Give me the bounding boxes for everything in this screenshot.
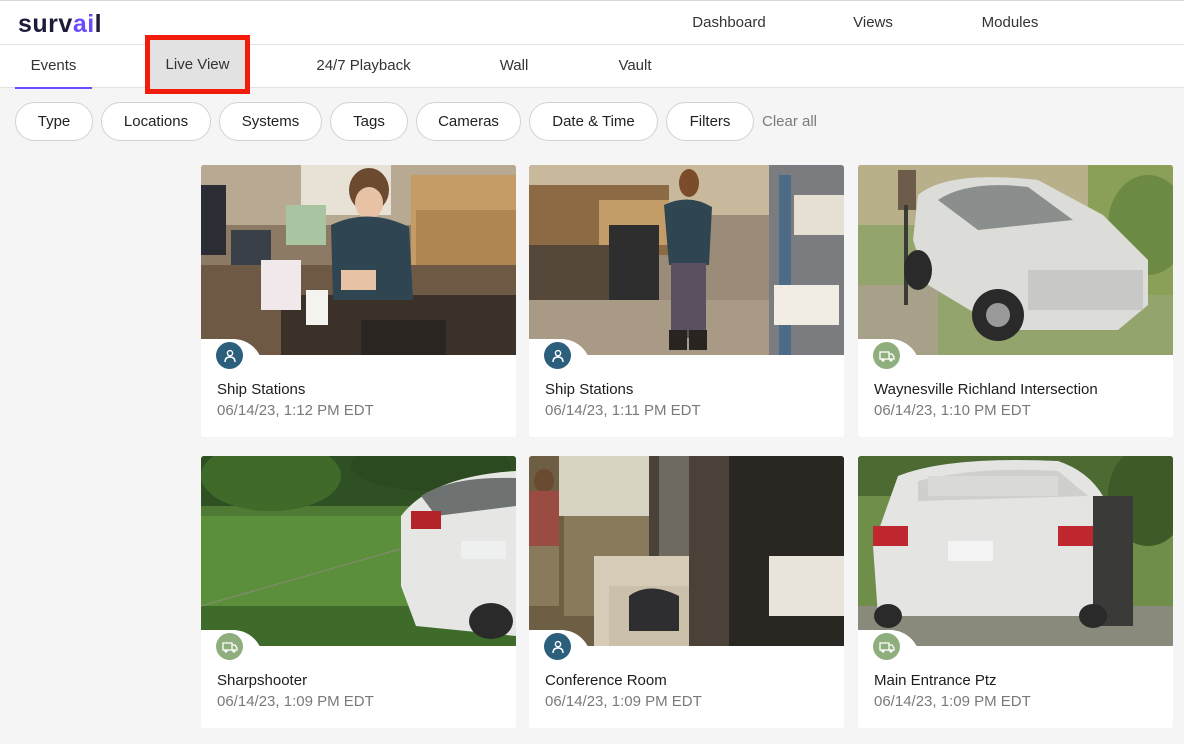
event-card[interactable]: Ship Stations 06/14/23, 1:11 PM EDT	[529, 165, 844, 437]
vehicle-icon	[873, 633, 900, 660]
event-timestamp: 06/14/23, 1:09 PM EDT	[545, 693, 702, 710]
event-camera-name: Sharpshooter	[217, 672, 308, 689]
event-camera-name: Ship Stations	[545, 381, 634, 398]
event-card[interactable]: Main Entrance Ptz 06/14/23, 1:09 PM EDT	[858, 456, 1173, 728]
filter-type-button[interactable]: Type	[15, 102, 93, 141]
filter-locations-button[interactable]: Locations	[101, 102, 211, 141]
event-timestamp: 06/14/23, 1:09 PM EDT	[217, 693, 374, 710]
logo-suffix-text: l	[94, 10, 103, 38]
event-timestamp: 06/14/23, 1:12 PM EDT	[217, 402, 374, 419]
event-thumbnail[interactable]	[201, 456, 516, 646]
event-card[interactable]: Conference Room 06/14/23, 1:09 PM EDT	[529, 456, 844, 728]
filter-tags-button[interactable]: Tags	[330, 102, 408, 141]
survail-logo[interactable]: survail	[18, 9, 102, 39]
tab-events[interactable]: Events	[15, 45, 92, 89]
event-thumbnail[interactable]	[858, 165, 1173, 355]
filter-date-time-button[interactable]: Date & Time	[529, 102, 658, 141]
person-icon	[544, 342, 571, 369]
event-timestamp: 06/14/23, 1:09 PM EDT	[874, 693, 1031, 710]
nav-dashboard[interactable]: Dashboard	[680, 1, 778, 46]
event-timestamp: 06/14/23, 1:10 PM EDT	[874, 402, 1031, 419]
event-timestamp: 06/14/23, 1:11 PM EDT	[545, 402, 701, 419]
logo-text: surv	[18, 10, 73, 38]
person-icon	[544, 633, 571, 660]
clear-all-link[interactable]: Clear all	[762, 102, 817, 141]
nav-modules[interactable]: Modules	[965, 1, 1055, 46]
event-thumbnail[interactable]	[529, 456, 844, 646]
vehicle-icon	[873, 342, 900, 369]
filter-cameras-button[interactable]: Cameras	[416, 102, 521, 141]
event-camera-name: Ship Stations	[217, 381, 306, 398]
event-camera-name: Main Entrance Ptz	[874, 672, 997, 689]
tab-vault[interactable]: Vault	[600, 45, 670, 88]
event-card[interactable]: Waynesville Richland Intersection 06/14/…	[858, 165, 1173, 437]
tab-wall[interactable]: Wall	[480, 45, 548, 88]
logo-accent-text: ai	[72, 10, 95, 38]
event-thumbnail[interactable]	[529, 165, 844, 355]
person-icon	[216, 342, 243, 369]
event-thumbnail[interactable]	[858, 456, 1173, 646]
tab-247-playback[interactable]: 24/7 Playback	[300, 45, 427, 88]
filter-systems-button[interactable]: Systems	[219, 102, 322, 141]
tab-live-view[interactable]: Live View	[150, 40, 245, 89]
event-card[interactable]: Sharpshooter 06/14/23, 1:09 PM EDT	[201, 456, 516, 728]
event-card[interactable]: Ship Stations 06/14/23, 1:12 PM EDT	[201, 165, 516, 437]
filter-more-button[interactable]: Filters	[666, 102, 754, 141]
event-camera-name: Conference Room	[545, 672, 667, 689]
vehicle-icon	[216, 633, 243, 660]
event-thumbnail[interactable]	[201, 165, 516, 355]
event-camera-name: Waynesville Richland Intersection	[874, 381, 1098, 398]
nav-views[interactable]: Views	[838, 1, 908, 47]
